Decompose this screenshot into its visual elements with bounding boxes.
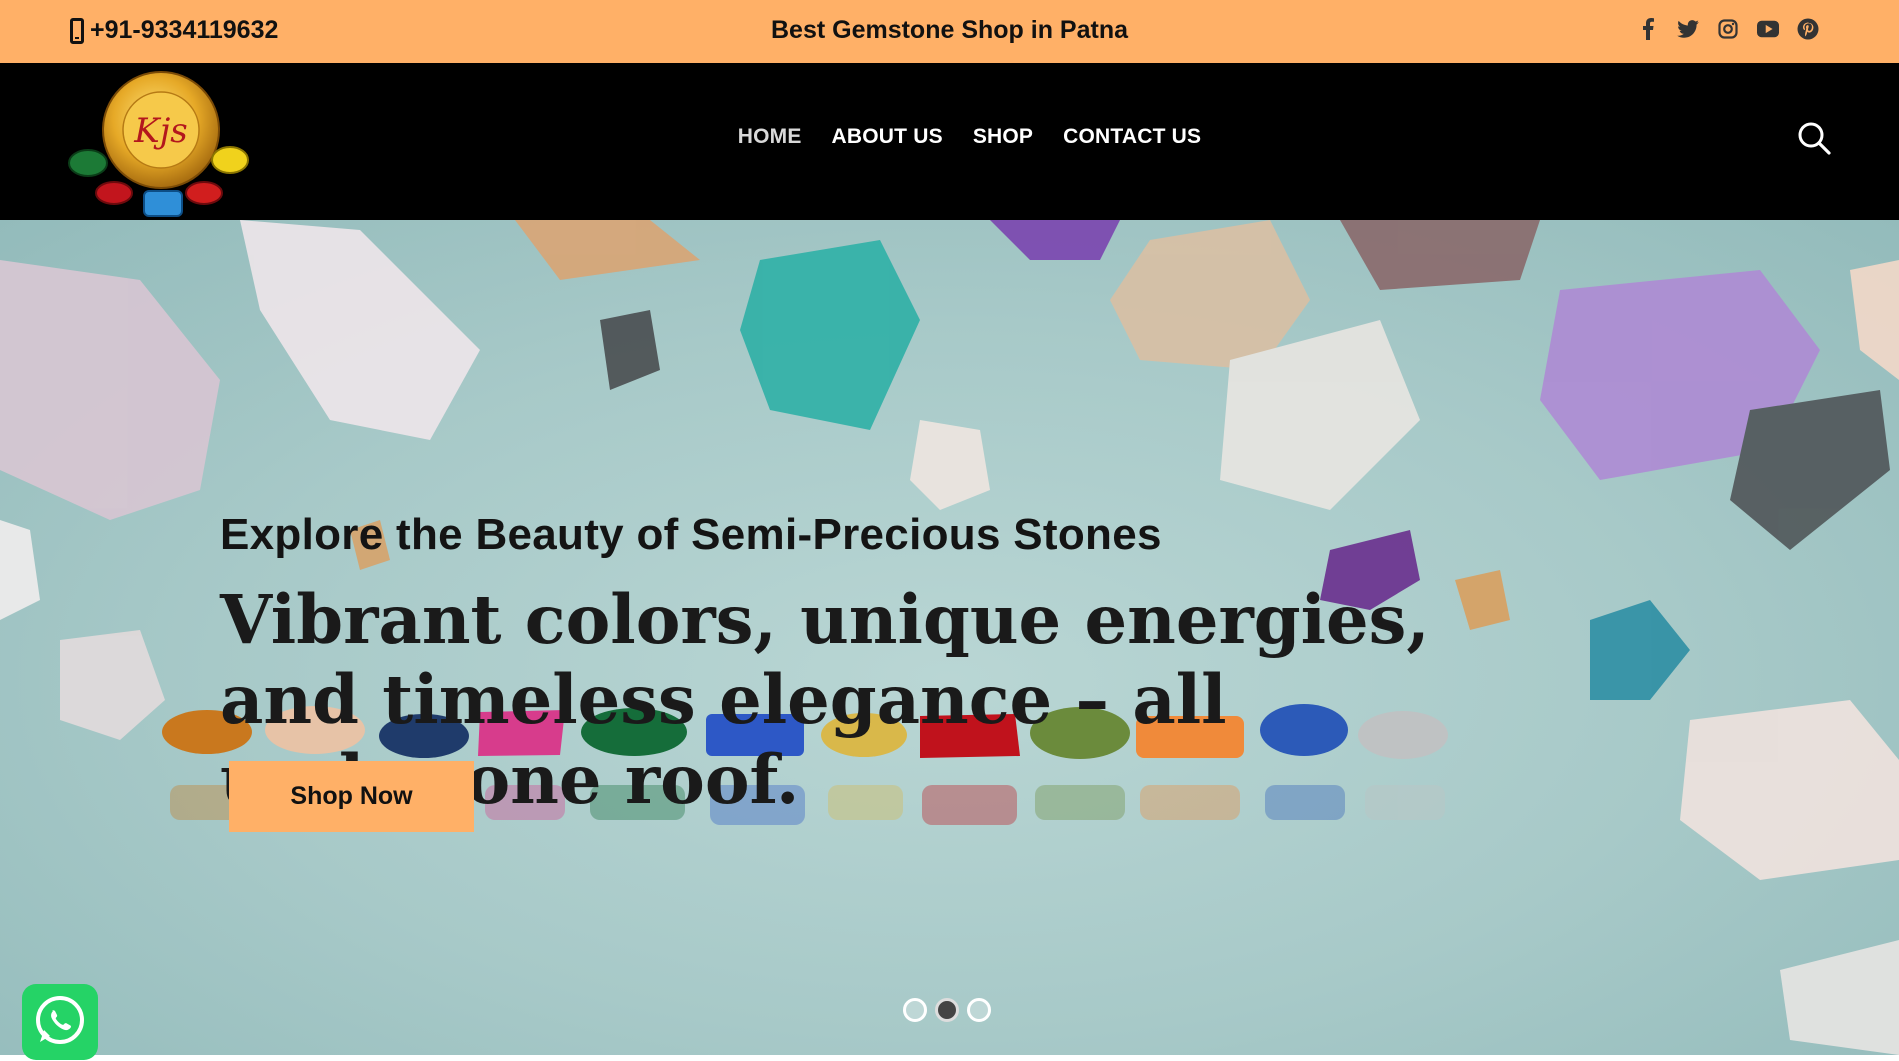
pinterest-icon[interactable]: [1797, 18, 1819, 40]
primary-menu: HOME ABOUT US SHOP CONTACT US: [0, 125, 1899, 149]
nav-contact-us[interactable]: CONTACT US: [1063, 125, 1201, 149]
search-button[interactable]: [1797, 121, 1831, 155]
whatsapp-button[interactable]: [22, 984, 98, 1060]
top-bar: +91-9334119632 Best Gemstone Shop in Pat…: [0, 0, 1899, 63]
hero-eyebrow: Explore the Beauty of Semi-Precious Ston…: [220, 510, 1162, 559]
search-icon: [1798, 122, 1831, 155]
slide-dot-1[interactable]: [903, 998, 927, 1022]
nav-shop[interactable]: SHOP: [973, 125, 1033, 149]
instagram-icon[interactable]: [1717, 18, 1739, 40]
slider-pagination: [903, 998, 991, 1022]
slide-dot-3[interactable]: [967, 998, 991, 1022]
social-links: [1637, 18, 1819, 40]
twitter-icon[interactable]: [1677, 18, 1699, 40]
slide-dot-2[interactable]: [935, 998, 959, 1022]
facebook-icon[interactable]: [1637, 18, 1659, 40]
shop-now-button[interactable]: Shop Now: [229, 761, 474, 832]
main-navigation: Kjs HOME ABOUT US SHOP CONTACT US: [0, 63, 1899, 220]
whatsapp-icon: [36, 996, 84, 1044]
nav-about-us[interactable]: ABOUT US: [832, 125, 943, 149]
top-bar-tagline: Best Gemstone Shop in Patna: [770, 16, 1128, 44]
nav-home[interactable]: HOME: [738, 125, 802, 149]
hero-slider: Explore the Beauty of Semi-Precious Ston…: [0, 220, 1899, 1055]
youtube-icon[interactable]: [1757, 18, 1779, 40]
